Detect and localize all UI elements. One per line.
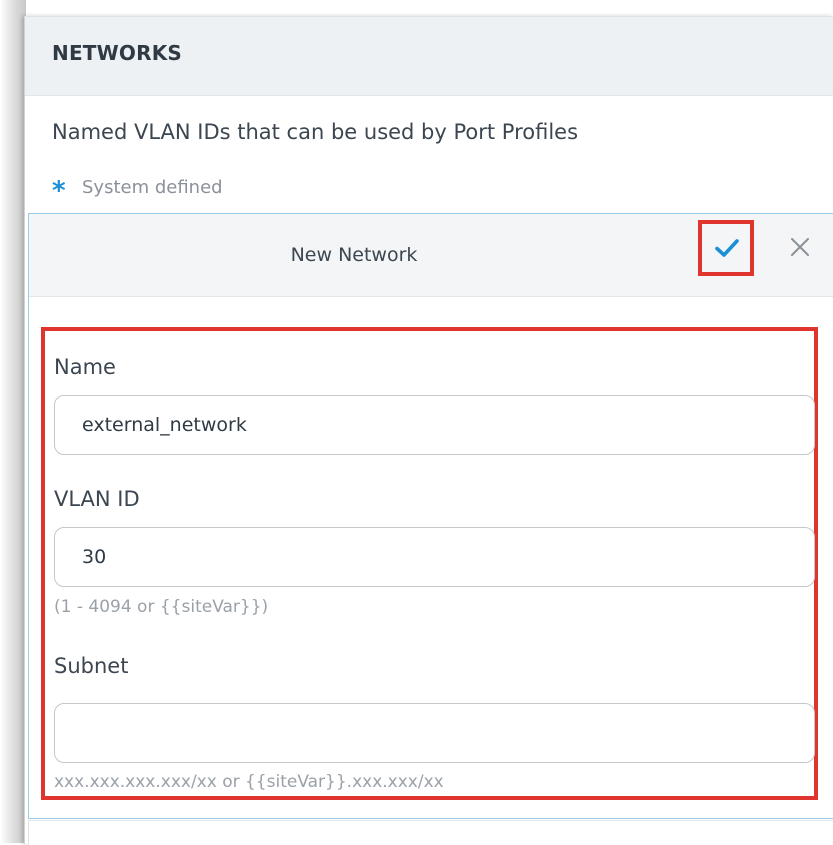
networks-panel: NETWORKS Named VLAN IDs that can be used… [24, 16, 833, 845]
form-header: New Network [29, 214, 833, 297]
new-network-form: New Network Name VLAN ID (1 - 4094 [28, 213, 833, 819]
panel-header: NETWORKS [25, 17, 833, 96]
save-button[interactable] [698, 220, 754, 276]
subnet-hint: xxx.xxx.xxx.xxx/xx or {{siteVar}}.xxx.xx… [54, 772, 444, 792]
subnet-label: Subnet [54, 654, 129, 678]
asterisk-icon: * [52, 176, 66, 206]
form-fields-highlight: Name VLAN ID (1 - 4094 or {{siteVar}}) S… [41, 327, 818, 800]
legend-label: System defined [82, 177, 223, 198]
form-title: New Network [290, 244, 418, 266]
vlan-id-input[interactable] [54, 527, 815, 587]
panel-title: NETWORKS [52, 41, 183, 65]
vlan-id-hint: (1 - 4094 or {{siteVar}}) [54, 597, 269, 617]
name-label: Name [54, 355, 116, 379]
window-shadow [0, 0, 26, 843]
panel-description: Named VLAN IDs that can be used by Port … [52, 120, 579, 144]
next-row-edge [28, 820, 833, 845]
close-button[interactable] [787, 234, 813, 260]
checkmark-icon [715, 239, 739, 257]
subnet-input[interactable] [54, 703, 815, 763]
vlan-id-label: VLAN ID [54, 487, 140, 511]
close-icon [791, 238, 809, 256]
name-input[interactable] [54, 395, 815, 455]
screenshot-canvas: NETWORKS Named VLAN IDs that can be used… [0, 0, 833, 845]
